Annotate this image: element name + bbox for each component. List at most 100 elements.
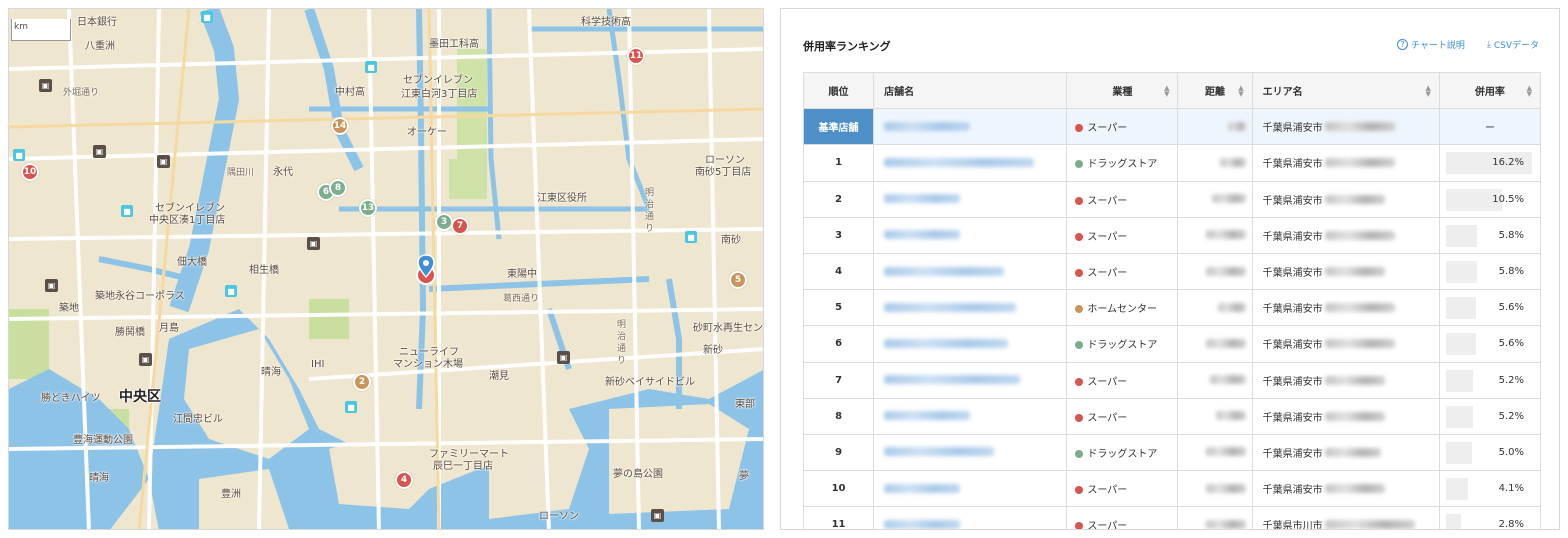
store-name-redacted[interactable] <box>873 470 1068 508</box>
store-name-redacted[interactable] <box>873 180 1068 218</box>
table-row[interactable]: 7 スーパー 千葉県浦安市 5.2% <box>802 361 1542 399</box>
area-label: 千葉県市川市 <box>1262 521 1323 530</box>
train-icon: ▣ <box>45 279 58 292</box>
map-label: 築地永谷コーポラス <box>95 291 185 302</box>
store-type-label: ドラッグストア <box>1087 448 1158 460</box>
csv-download-link[interactable]: ⤓ CSVデータ <box>1487 38 1539 52</box>
table-row[interactable]: 11 スーパー 千葉県市川市 2.8% <box>802 506 1542 530</box>
map-label: 江東区役所 <box>537 193 587 204</box>
col-rank-header: 順位 <box>802 71 875 110</box>
table-row[interactable]: 6 ドラッグストア 千葉県浦安市 5.6% <box>802 325 1542 363</box>
table-row[interactable]: 1 ドラッグストア 千葉県浦安市 16.2% <box>802 144 1542 182</box>
table-row[interactable]: 4 スーパー 千葉県浦安市 5.8% <box>802 252 1542 291</box>
map-label: 葛西通り <box>503 294 540 304</box>
store-name-redacted[interactable] <box>873 144 1068 182</box>
store-name-redacted[interactable] <box>873 252 1068 291</box>
store-type-label: スーパー <box>1087 412 1128 424</box>
store-name-redacted[interactable] <box>873 361 1068 399</box>
map-label: 墨田工科高 <box>429 39 479 50</box>
store-type: ドラッグストア <box>1066 144 1179 182</box>
store-marker-14[interactable]: 14 <box>331 117 349 135</box>
distance-redacted <box>1177 361 1253 399</box>
map-label: IHI <box>311 359 325 370</box>
map-label: セブンイレブン <box>403 75 473 86</box>
store-marker-7[interactable]: 7 <box>451 217 469 235</box>
train-icon: ▣ <box>93 145 106 158</box>
store-marker-13[interactable]: 13 <box>359 199 377 217</box>
store-name-redacted[interactable] <box>873 506 1068 529</box>
ranking-title: 併用率ランキング <box>803 40 891 53</box>
store-marker-10[interactable]: 10 <box>21 163 39 181</box>
store-name-redacted[interactable] <box>873 325 1068 363</box>
store-name-redacted[interactable] <box>873 433 1068 472</box>
rank-number: 1 <box>802 144 875 182</box>
map-label: 科学技術高 <box>581 17 631 28</box>
rank-number: 4 <box>802 252 875 291</box>
sort-icon: ▲ ▼ <box>1425 83 1431 98</box>
type-dot-icon <box>1075 232 1084 241</box>
map-label: 中央区湊1丁目店 <box>149 215 226 226</box>
col-type-header[interactable]: 業種 ▲ ▼ <box>1066 71 1179 110</box>
csv-download-label: CSVデータ <box>1493 41 1539 51</box>
col-area-header[interactable]: エリア名 ▲ ▼ <box>1251 71 1440 110</box>
store-marker-5[interactable]: 5 <box>729 271 747 289</box>
distance-redacted <box>1177 397 1253 435</box>
map-label: 東部 <box>735 399 755 410</box>
area-label: 千葉県浦安市 <box>1262 376 1323 388</box>
store-name-redacted[interactable] <box>873 216 1068 254</box>
store-type-label: スーパー <box>1087 268 1128 280</box>
store-marker-8[interactable]: 8 <box>329 179 347 197</box>
area-cell: 千葉県浦安市 <box>1251 216 1440 254</box>
train-icon: ▣ <box>39 79 52 92</box>
store-marker-4[interactable]: 4 <box>395 471 413 489</box>
store-type: スーパー <box>1066 470 1179 508</box>
table-row[interactable]: 10 スーパー 千葉県浦安市 4.1% <box>802 470 1542 508</box>
map-label: 佃大橋 <box>177 257 207 268</box>
store-name-redacted[interactable] <box>873 397 1068 435</box>
col-rate-header[interactable]: 併用率 ▲ ▼ <box>1438 71 1542 110</box>
chart-help-link[interactable]: ? チャート説明 <box>1396 38 1465 51</box>
station-icon: ■ <box>345 401 357 413</box>
store-type: スーパー <box>1066 252 1179 291</box>
area-cell: 千葉県浦安市 <box>1251 289 1440 327</box>
rate-cell: 5.2% <box>1438 397 1542 435</box>
store-type-label: ドラッグストア <box>1087 159 1158 171</box>
table-row[interactable]: 2 スーパー 千葉県浦安市 10.5% <box>802 180 1542 218</box>
rank-number: 10 <box>802 470 875 508</box>
base-store-row[interactable]: 基準店舗 スーパー 千葉県浦安市 ー <box>802 108 1542 146</box>
store-type-label: スーパー <box>1087 195 1128 207</box>
table-row[interactable]: 8 スーパー 千葉県浦安市 5.2% <box>802 397 1542 435</box>
table-row[interactable]: 5 ホームセンター 千葉県浦安市 5.6% <box>802 289 1542 327</box>
rate-label: 16.2% <box>1492 157 1524 169</box>
map-label: 中村高 <box>335 87 365 98</box>
store-type-label: ホームセンター <box>1087 304 1158 316</box>
table-row[interactable]: 9 ドラッグストア 千葉県浦安市 5.0% <box>802 433 1542 472</box>
map-panel[interactable]: km 日本銀行 科学技術高 八重洲 外堀通り 墨田工科高 中村高 セブンイレブン… <box>8 8 764 530</box>
store-name-redacted[interactable] <box>873 108 1068 146</box>
area-label: 千葉県浦安市 <box>1262 159 1323 171</box>
map-label: 築地 <box>59 303 79 314</box>
store-marker-3[interactable]: 3 <box>435 213 453 231</box>
area-label: 千葉県浦安市 <box>1262 231 1323 243</box>
col-distance-header[interactable]: 距離 ▲ ▼ <box>1177 71 1253 110</box>
base-store-pin-icon[interactable] <box>415 253 437 285</box>
map-label: マンション木場 <box>393 359 463 370</box>
distance-redacted <box>1177 289 1253 327</box>
area-cell: 千葉県浦安市 <box>1251 470 1440 508</box>
area-cell: 千葉県浦安市 <box>1251 361 1440 399</box>
area-label: 千葉県浦安市 <box>1262 268 1323 280</box>
train-icon: ▣ <box>157 155 170 168</box>
store-marker-2[interactable]: 2 <box>353 373 371 391</box>
map-label: 辰巳一丁目店 <box>433 461 493 472</box>
map-label: 新砂ベイサイドビル <box>605 377 695 388</box>
store-marker-11[interactable]: 11 <box>627 47 645 65</box>
table-row[interactable]: 3 スーパー 千葉県浦安市 5.8% <box>802 216 1542 254</box>
map-label: 晴海 <box>261 367 281 378</box>
rate-label: 2.8% <box>1498 519 1524 530</box>
base-store-badge: 基準店舗 <box>802 108 875 146</box>
map-label: 外堀通り <box>63 88 100 98</box>
rate-cell: 5.2% <box>1438 361 1542 399</box>
store-name-redacted[interactable] <box>873 289 1068 327</box>
store-type-label: スーパー <box>1087 123 1128 135</box>
store-type: ドラッグストア <box>1066 325 1179 363</box>
